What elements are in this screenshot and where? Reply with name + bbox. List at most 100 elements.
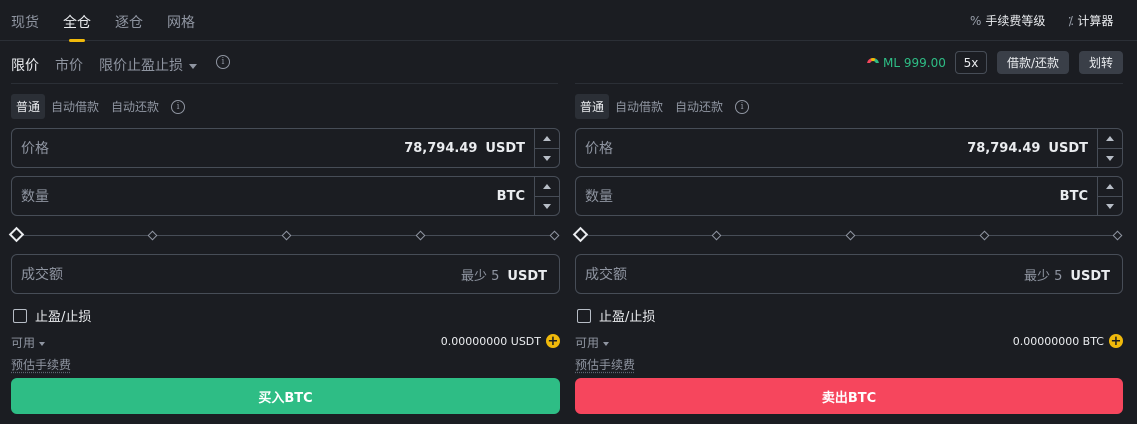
estimated-fee-label[interactable]: 预估手续费	[11, 356, 71, 373]
available-label[interactable]: 可用	[575, 336, 599, 350]
calculator-label: 计算器	[1077, 14, 1114, 28]
checkbox[interactable]	[577, 308, 591, 323]
chevron-down-icon	[39, 341, 46, 346]
total-min: 最少 5	[1024, 268, 1063, 284]
chevron-up-icon	[543, 136, 551, 141]
order-type-stop-limit[interactable]: 限价止盈止损	[99, 55, 197, 75]
mode-auto-repay[interactable]: 自动还款	[675, 98, 723, 115]
leverage-button[interactable]: 5x	[955, 51, 987, 74]
sell-panel: 普通 自动借款 自动还款 i 价格 78,794.49 USDT 数量 BTC 成…	[572, 84, 1123, 424]
increment-button[interactable]	[1098, 177, 1122, 196]
mode-normal[interactable]: 普通	[575, 94, 610, 119]
tpsl-checkbox[interactable]: 止盈/止损	[13, 306, 91, 325]
chevron-down-icon	[543, 155, 551, 161]
info-icon[interactable]: i	[216, 55, 230, 69]
slider-mark-100[interactable]	[1112, 230, 1123, 241]
price-unit: USDT	[485, 140, 525, 156]
price-unit: USDT	[1048, 140, 1088, 156]
order-type-stop-limit-label: 限价止盈止损	[99, 58, 183, 74]
amount-label: 数量	[21, 189, 49, 205]
slider-handle[interactable]	[8, 226, 25, 243]
buy-button[interactable]: 买入BTC	[11, 378, 560, 414]
transfer-button[interactable]: 划转	[1079, 51, 1123, 74]
calculator-link[interactable]: ⁒ 计算器	[1068, 12, 1113, 29]
checkbox[interactable]	[13, 308, 27, 323]
price-label: 价格	[21, 141, 49, 157]
slider-mark-50[interactable]	[281, 230, 292, 241]
slider-mark-75[interactable]	[979, 230, 990, 241]
slider-handle[interactable]	[572, 226, 589, 243]
amount-stepper[interactable]	[1097, 177, 1122, 215]
calculator-icon: ⁒	[1068, 13, 1074, 28]
total-value: 最少 5 USDT	[461, 265, 547, 284]
buy-panel: 普通 自动借款 自动还款 i 价格 78,794.49 USDT 数量 BTC 成…	[8, 84, 560, 424]
slider-mark-50[interactable]	[845, 230, 856, 241]
mode-auto-borrow[interactable]: 自动借款	[615, 98, 663, 115]
amount-input[interactable]: 数量 BTC	[575, 176, 1123, 216]
total-unit: USDT	[507, 268, 547, 284]
amount-input[interactable]: 数量 BTC	[11, 176, 560, 216]
available-row: 可用 0.00000000 BTC +	[575, 334, 1123, 351]
borrow-mode-tabs: 普通 自动借款 自动还款 i	[575, 94, 750, 119]
available-value: 0.00000000 BTC	[1012, 334, 1104, 348]
tab-isolated-margin[interactable]: 逐仓	[115, 12, 143, 32]
price-stepper[interactable]	[534, 129, 559, 167]
total-input[interactable]: 成交额 最少 5 USDT	[575, 254, 1123, 294]
price-label: 价格	[585, 141, 613, 157]
fee-level-label: 手续费等级	[985, 14, 1046, 28]
chevron-down-icon	[1106, 155, 1114, 161]
slider-mark-100[interactable]	[549, 230, 560, 241]
increment-button[interactable]	[535, 129, 559, 148]
percent-icon: %	[970, 13, 982, 28]
price-value: 78,794.49 USDT	[967, 140, 1088, 156]
mode-auto-repay[interactable]: 自动还款	[111, 98, 159, 115]
increment-button[interactable]	[1098, 129, 1122, 148]
amount-label: 数量	[585, 189, 613, 205]
amount-stepper[interactable]	[534, 177, 559, 215]
gauge-icon	[867, 58, 879, 68]
total-min: 最少 5	[461, 268, 500, 284]
increment-button[interactable]	[535, 177, 559, 196]
tab-cross-margin[interactable]: 全仓	[63, 12, 91, 32]
chevron-up-icon	[1106, 184, 1114, 189]
order-type-market[interactable]: 市价	[55, 55, 83, 75]
slider-mark-25[interactable]	[711, 230, 722, 241]
top-tab-bar: 现货 全仓 逐仓 网格 % 手续费等级 ⁒ 计算器	[0, 0, 1137, 41]
fee-level-link[interactable]: % 手续费等级	[970, 12, 1045, 29]
price-input[interactable]: 价格 78,794.49 USDT	[11, 128, 560, 168]
price-input[interactable]: 价格 78,794.49 USDT	[575, 128, 1123, 168]
total-unit: USDT	[1070, 268, 1110, 284]
price-stepper[interactable]	[1097, 129, 1122, 167]
tpsl-label: 止盈/止损	[599, 310, 656, 325]
order-type-limit[interactable]: 限价	[11, 55, 39, 75]
total-value: 最少 5 USDT	[1024, 265, 1110, 284]
info-icon[interactable]: i	[735, 99, 750, 114]
borrow-repay-button[interactable]: 借款/还款	[997, 51, 1069, 74]
amount-slider[interactable]	[8, 226, 560, 243]
decrement-button[interactable]	[535, 148, 559, 167]
mode-normal[interactable]: 普通	[11, 94, 46, 119]
amount-slider[interactable]	[572, 226, 1123, 243]
available-row: 可用 0.00000000 USDT +	[11, 334, 560, 351]
decrement-button[interactable]	[1098, 148, 1122, 167]
decrement-button[interactable]	[1098, 196, 1122, 215]
mode-auto-borrow[interactable]: 自动借款	[51, 98, 99, 115]
tpsl-checkbox[interactable]: 止盈/止损	[577, 306, 655, 325]
chevron-down-icon	[603, 341, 610, 346]
sell-button[interactable]: 卖出BTC	[575, 378, 1123, 414]
info-icon[interactable]: i	[171, 99, 186, 114]
margin-level-value: ML 999.00	[883, 56, 946, 70]
tpsl-label: 止盈/止损	[35, 310, 92, 325]
decrement-button[interactable]	[535, 196, 559, 215]
add-funds-icon[interactable]: +	[546, 334, 560, 348]
add-funds-icon[interactable]: +	[1109, 334, 1123, 348]
estimated-fee-label[interactable]: 预估手续费	[575, 356, 635, 373]
slider-mark-25[interactable]	[147, 230, 158, 241]
total-label: 成交额	[21, 267, 63, 283]
slider-mark-75[interactable]	[415, 230, 426, 241]
total-input[interactable]: 成交额 最少 5 USDT	[11, 254, 560, 294]
margin-level-indicator[interactable]: ML 999.00	[867, 56, 946, 70]
tab-grid[interactable]: 网格	[167, 12, 195, 32]
available-label[interactable]: 可用	[11, 336, 35, 350]
tab-spot[interactable]: 现货	[11, 12, 39, 32]
